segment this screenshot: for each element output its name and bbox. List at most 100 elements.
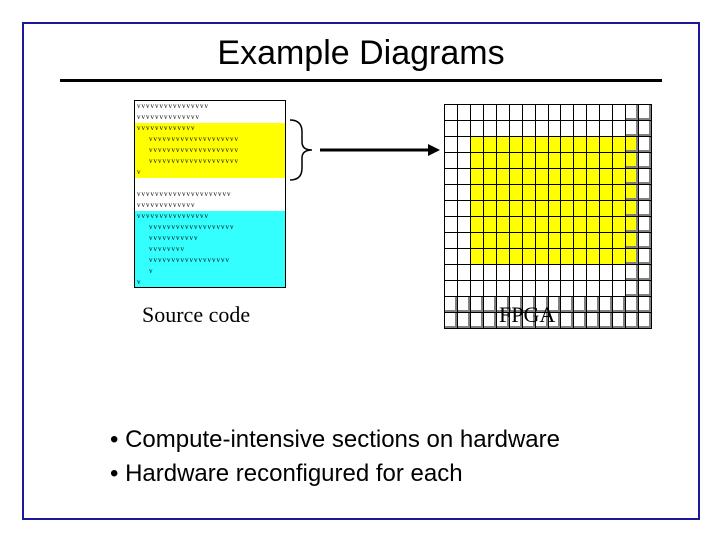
code-line: vvvvvvvvvvvvvvvv bbox=[135, 211, 285, 222]
fpga-cell bbox=[626, 201, 639, 217]
fpga-cell bbox=[587, 281, 600, 297]
fpga-cell bbox=[509, 217, 522, 233]
fpga-cell bbox=[445, 281, 458, 297]
code-line: vvvvvvvvvvvvvvvvvvv bbox=[135, 222, 285, 233]
fpga-cell bbox=[470, 265, 483, 281]
code-line: vvvvvvvvvvvvv bbox=[135, 123, 285, 134]
fpga-cell bbox=[522, 105, 535, 121]
fpga-cell bbox=[445, 137, 458, 153]
fpga-cell bbox=[445, 201, 458, 217]
source-code-box: vvvvvvvvvvvvvvvvvvvvvvvvvvvvvvvvvvvvvvvv… bbox=[134, 100, 286, 288]
fpga-cell bbox=[496, 217, 509, 233]
fpga-cell bbox=[600, 121, 613, 137]
fpga-cell bbox=[561, 121, 574, 137]
fpga-cell bbox=[639, 233, 652, 249]
fpga-cell bbox=[522, 233, 535, 249]
fpga-cell bbox=[626, 265, 639, 281]
fpga-cell bbox=[626, 281, 639, 297]
fpga-cell bbox=[626, 249, 639, 265]
fpga-cell bbox=[626, 121, 639, 137]
fpga-cell bbox=[626, 185, 639, 201]
fpga-cell bbox=[587, 297, 600, 313]
fpga-cell bbox=[626, 105, 639, 121]
fpga-cell bbox=[496, 201, 509, 217]
fpga-cell bbox=[457, 153, 470, 169]
fpga-cell bbox=[574, 297, 587, 313]
fpga-cell bbox=[522, 249, 535, 265]
fpga-cell bbox=[509, 185, 522, 201]
fpga-cell bbox=[639, 249, 652, 265]
fpga-cell bbox=[509, 121, 522, 137]
code-line: vvvvvvvvvvvvvvvv bbox=[135, 101, 285, 112]
fpga-cell bbox=[600, 281, 613, 297]
fpga-cell bbox=[613, 249, 626, 265]
fpga-cell bbox=[600, 185, 613, 201]
fpga-cell bbox=[548, 201, 561, 217]
fpga-cell bbox=[561, 201, 574, 217]
fpga-cell bbox=[470, 153, 483, 169]
fpga-cell bbox=[445, 169, 458, 185]
fpga-cell bbox=[600, 105, 613, 121]
fpga-cell bbox=[509, 153, 522, 169]
fpga-cell bbox=[639, 265, 652, 281]
fpga-cell bbox=[522, 265, 535, 281]
fpga-cell bbox=[483, 153, 496, 169]
diagram-area: vvvvvvvvvvvvvvvvvvvvvvvvvvvvvvvvvvvvvvvv… bbox=[24, 82, 698, 362]
fpga-cell bbox=[535, 265, 548, 281]
fpga-cell bbox=[561, 137, 574, 153]
fpga-cell bbox=[561, 297, 574, 313]
slide-frame: Example Diagrams vvvvvvvvvvvvvvvvvvvvvvv… bbox=[22, 22, 700, 520]
fpga-cell bbox=[613, 281, 626, 297]
fpga-cell bbox=[639, 153, 652, 169]
fpga-cell bbox=[535, 201, 548, 217]
fpga-cell bbox=[496, 153, 509, 169]
fpga-cell bbox=[548, 105, 561, 121]
fpga-cell bbox=[574, 153, 587, 169]
fpga-cell bbox=[470, 137, 483, 153]
fpga-cell bbox=[561, 249, 574, 265]
fpga-cell bbox=[483, 121, 496, 137]
fpga-cell bbox=[613, 313, 626, 329]
fpga-cell bbox=[548, 137, 561, 153]
fpga-cell bbox=[574, 121, 587, 137]
fpga-cell bbox=[535, 217, 548, 233]
fpga-cell bbox=[561, 313, 574, 329]
fpga-cell bbox=[509, 105, 522, 121]
fpga-cell bbox=[457, 185, 470, 201]
fpga-cell bbox=[561, 217, 574, 233]
fpga-cell bbox=[639, 313, 652, 329]
fpga-cell bbox=[470, 297, 483, 313]
fpga-cell bbox=[561, 281, 574, 297]
fpga-cell bbox=[483, 249, 496, 265]
fpga-cell bbox=[509, 201, 522, 217]
fpga-cell bbox=[457, 217, 470, 233]
fpga-cell bbox=[639, 297, 652, 313]
fpga-cell bbox=[496, 233, 509, 249]
fpga-cell bbox=[496, 249, 509, 265]
fpga-cell bbox=[587, 217, 600, 233]
fpga-cell bbox=[626, 153, 639, 169]
fpga-cell bbox=[535, 249, 548, 265]
fpga-cell bbox=[613, 185, 626, 201]
fpga-cell bbox=[548, 281, 561, 297]
fpga-cell bbox=[445, 313, 458, 329]
fpga-cell bbox=[483, 217, 496, 233]
fpga-cell bbox=[470, 169, 483, 185]
fpga-cell bbox=[483, 265, 496, 281]
fpga-cell bbox=[509, 137, 522, 153]
fpga-cell bbox=[522, 137, 535, 153]
fpga-cell bbox=[522, 169, 535, 185]
fpga-cell bbox=[522, 121, 535, 137]
fpga-cell bbox=[483, 233, 496, 249]
fpga-cell bbox=[561, 233, 574, 249]
code-line: v bbox=[135, 277, 285, 287]
fpga-cell bbox=[509, 249, 522, 265]
fpga-cell bbox=[574, 249, 587, 265]
fpga-cell bbox=[548, 249, 561, 265]
fpga-cell bbox=[574, 217, 587, 233]
fpga-cell bbox=[561, 169, 574, 185]
fpga-cell bbox=[626, 297, 639, 313]
code-line: vvvvvvvvvvvvvvvvvvvvv bbox=[135, 189, 285, 200]
fpga-cell bbox=[457, 105, 470, 121]
bullet-item: Compute-intensive sections on hardware bbox=[110, 423, 560, 457]
